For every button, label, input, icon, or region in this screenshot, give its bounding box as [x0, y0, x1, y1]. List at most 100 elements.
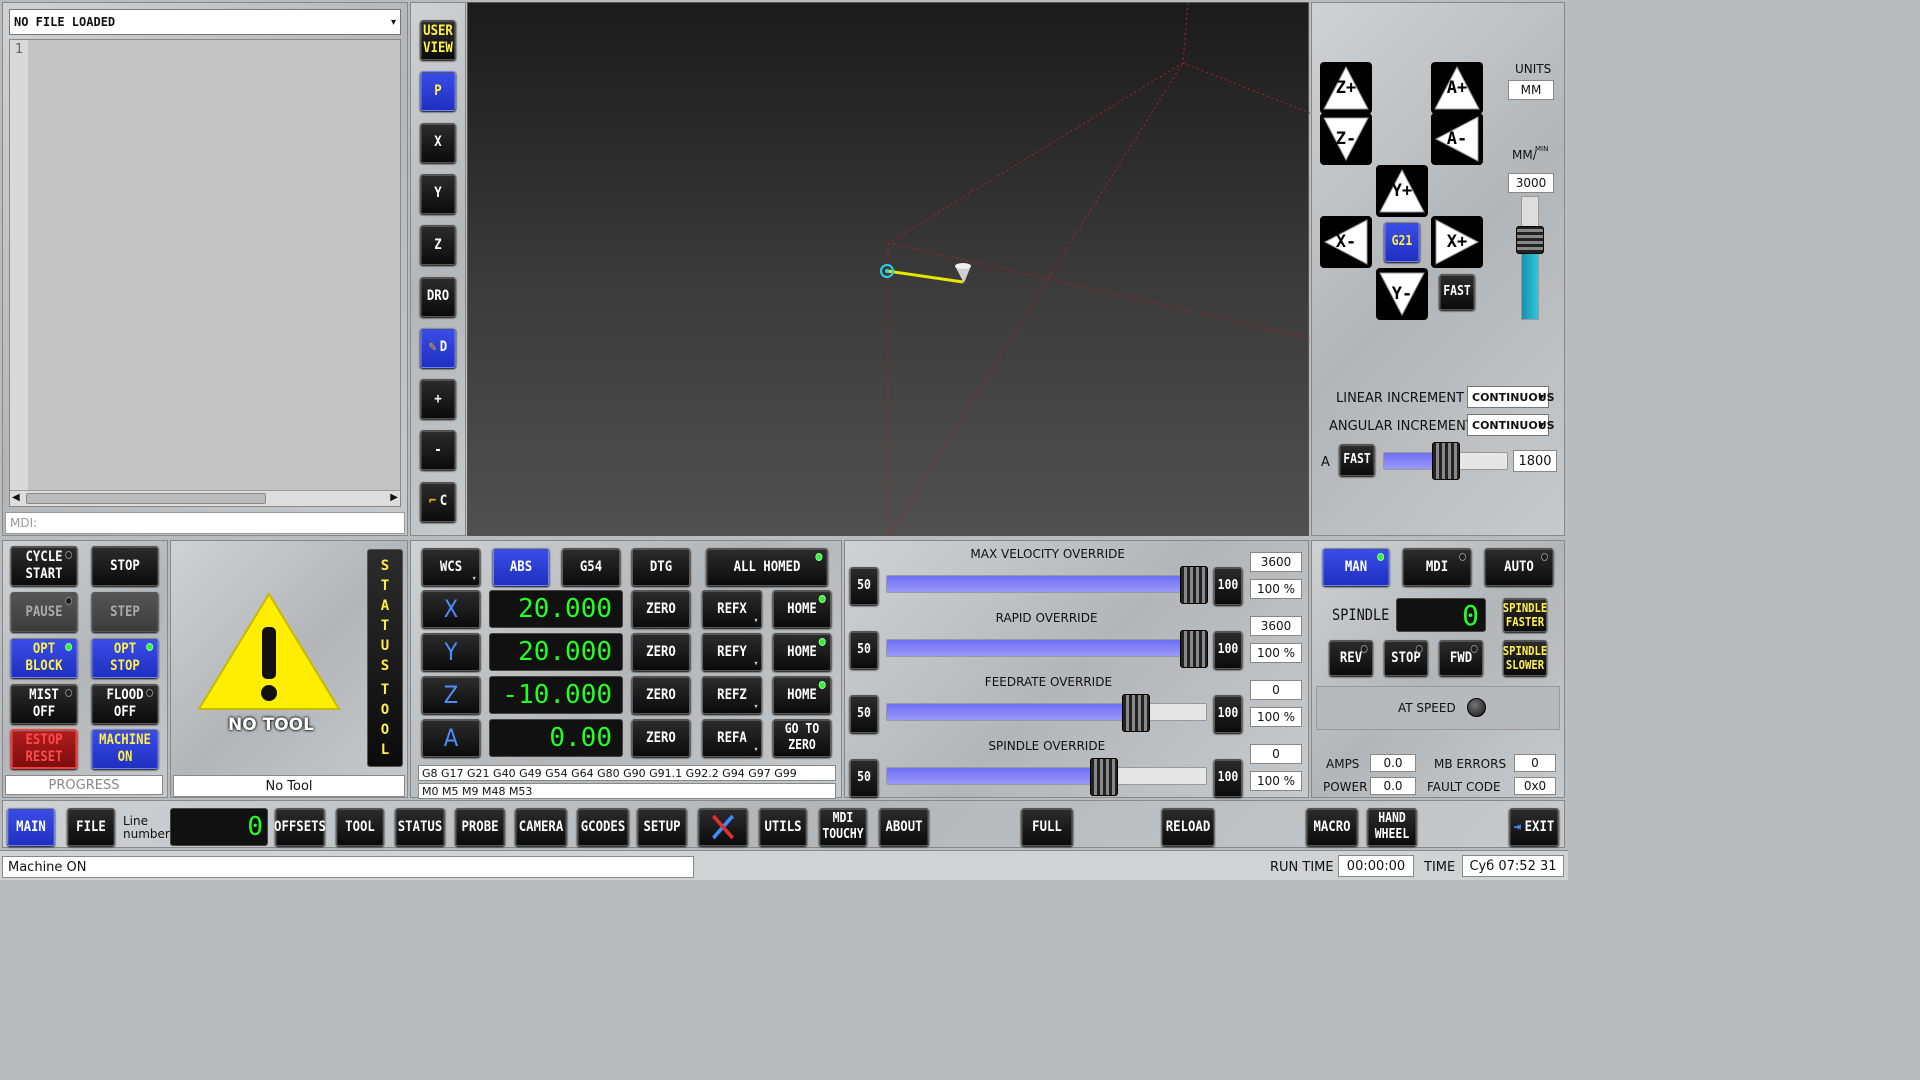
rate-field[interactable]: 3000 — [1508, 173, 1554, 193]
pause-button[interactable]: PAUSE — [10, 592, 78, 632]
tab-status[interactable]: STATUS — [395, 808, 445, 846]
axis-y-button[interactable]: Y — [421, 633, 481, 671]
mode-man-button[interactable]: MAN — [1322, 548, 1390, 586]
view-button-7[interactable]: + — [420, 379, 456, 420]
wcs-button[interactable]: WCS ▾ — [421, 548, 481, 586]
machine-on-button[interactable]: MACHINE ON — [91, 729, 159, 769]
tab-setup[interactable]: SETUP — [637, 808, 687, 846]
file-select[interactable]: NO FILE LOADED ▾ — [9, 9, 401, 35]
feedrate-override-slider[interactable] — [886, 703, 1207, 721]
jog-a-plus[interactable]: A+ — [1431, 62, 1483, 114]
opt-block-button[interactable]: OPT BLOCK — [10, 638, 78, 678]
home-x-button[interactable]: HOME — [772, 590, 832, 628]
estop-reset-button[interactable]: ESTOP RESET — [10, 729, 78, 769]
spindle-stop-button[interactable]: STOP — [1384, 640, 1428, 676]
dtg-button[interactable]: DTG — [631, 548, 691, 586]
view-button-8[interactable]: - — [420, 430, 456, 471]
scrollbar-thumb[interactable] — [26, 493, 266, 504]
max-velocity-override-knob[interactable] — [1180, 566, 1208, 604]
mode-mdi-button[interactable]: MDI — [1402, 548, 1472, 586]
jog-a-minus[interactable]: A- — [1431, 113, 1483, 165]
tab-main[interactable]: MAIN — [7, 808, 55, 846]
units-field[interactable]: MM — [1508, 80, 1554, 100]
view-button-9[interactable]: ⌐ C — [420, 481, 456, 522]
tab-about[interactable]: ABOUT — [879, 808, 929, 846]
gcode-editor[interactable]: 1 ◀ ▶ — [9, 39, 401, 507]
toolpath-3d-view[interactable] — [467, 2, 1310, 537]
jog-g21-button[interactable]: G21 — [1384, 222, 1420, 262]
spindle-slower-button[interactable]: SPINDLE SLOWER — [1503, 640, 1547, 676]
spindle-override-knob[interactable] — [1090, 758, 1119, 796]
stop-button[interactable]: STOP — [91, 546, 159, 586]
status-tool-tab[interactable]: STATUSTOOL — [367, 549, 403, 767]
tab-file[interactable]: FILE — [67, 808, 115, 846]
opt-stop-button[interactable]: OPT STOP — [91, 638, 159, 678]
macro-button[interactable]: MACRO — [1306, 808, 1358, 846]
view-button-6[interactable]: ✎ D — [420, 327, 456, 368]
zero-z-button[interactable]: ZERO — [631, 676, 691, 714]
feedrate-override-max-button[interactable]: 100 — [1213, 695, 1243, 733]
mdi-input[interactable]: MDI: — [5, 512, 405, 534]
scroll-left-icon[interactable]: ◀ — [12, 492, 20, 503]
view-button-1[interactable]: P — [420, 71, 456, 112]
axis-a-button[interactable]: A — [421, 719, 481, 757]
jog-rate-knob[interactable] — [1516, 226, 1544, 255]
spindle-override-slider[interactable] — [886, 767, 1207, 785]
tab-utils[interactable]: UTILS — [759, 808, 807, 846]
zero-y-button[interactable]: ZERO — [631, 633, 691, 671]
jog-rate-slider[interactable] — [1521, 196, 1539, 320]
feedrate-override-min-button[interactable]: 50 — [849, 695, 879, 733]
jog-x-minus[interactable]: X- — [1320, 216, 1372, 268]
reload-button[interactable]: RELOAD — [1161, 808, 1215, 846]
jog-x-plus[interactable]: X+ — [1431, 216, 1483, 268]
abs-button[interactable]: ABS — [492, 548, 550, 586]
rapid-override-min-button[interactable]: 50 — [849, 631, 879, 669]
axis-z-button[interactable]: Z — [421, 676, 481, 714]
tab-tools-icon-button[interactable] — [698, 808, 748, 846]
full-button[interactable]: FULL — [1021, 808, 1073, 846]
hand-wheel-button[interactable]: HAND WHEEL — [1367, 808, 1417, 846]
a-rate-field[interactable]: 1800 — [1513, 450, 1557, 472]
view-button-2[interactable]: X — [420, 122, 456, 163]
rapid-override-max-button[interactable]: 100 — [1213, 631, 1243, 669]
mist-button[interactable]: MIST OFF — [10, 684, 78, 724]
jog-z-plus[interactable]: Z+ — [1320, 62, 1372, 114]
exit-button[interactable]: ⇥ EXIT — [1509, 808, 1559, 846]
spindle-faster-button[interactable]: SPINDLE FASTER — [1503, 598, 1547, 632]
jog-y-minus[interactable]: Y- — [1376, 268, 1428, 320]
view-button-5[interactable]: DRO — [420, 276, 456, 317]
feedrate-override-knob[interactable] — [1122, 694, 1151, 732]
view-button-4[interactable]: Z — [420, 225, 456, 266]
ref-a-button[interactable]: REFA ▾ — [702, 719, 762, 757]
spindle-override-max-button[interactable]: 100 — [1213, 759, 1243, 797]
zero-a-button[interactable]: ZERO — [631, 719, 691, 757]
view-button-3[interactable]: Y — [420, 173, 456, 214]
spindle-rev-button[interactable]: REV — [1329, 640, 1373, 676]
ref-y-button[interactable]: REFY ▾ — [702, 633, 762, 671]
angular-increment-select[interactable]: CONTINUOUS ▾ — [1467, 414, 1555, 436]
horizontal-scrollbar[interactable]: ◀ ▶ — [10, 490, 400, 506]
tab-offsets[interactable]: OFFSETS — [274, 808, 326, 846]
scroll-right-icon[interactable]: ▶ — [390, 492, 398, 503]
max-velocity-override-min-button[interactable]: 50 — [849, 567, 879, 605]
cycle-start-button[interactable]: CYCLE START — [10, 546, 78, 586]
tab-tool[interactable]: TOOL — [336, 808, 384, 846]
home-y-button[interactable]: HOME — [772, 633, 832, 671]
max-velocity-override-slider[interactable] — [886, 575, 1207, 593]
a-fast-button[interactable]: FAST — [1339, 444, 1375, 476]
tab-camera[interactable]: CAMERA — [515, 808, 567, 846]
a-rate-knob[interactable] — [1431, 442, 1460, 480]
max-velocity-override-max-button[interactable]: 100 — [1213, 567, 1243, 605]
rapid-override-knob[interactable] — [1180, 630, 1208, 668]
spindle-fwd-button[interactable]: FWD — [1439, 640, 1483, 676]
step-button[interactable]: STEP — [91, 592, 159, 632]
home-z-button[interactable]: HOME — [772, 676, 832, 714]
view-button-0[interactable]: USER VIEW — [420, 20, 456, 60]
tab-mdi-touchy[interactable]: MDI TOUCHY — [819, 808, 867, 846]
jog-z-minus[interactable]: Z- — [1320, 113, 1372, 165]
flood-button[interactable]: FLOOD OFF — [91, 684, 159, 724]
axis-x-button[interactable]: X — [421, 590, 481, 628]
all-homed-button[interactable]: ALL HOMED — [706, 548, 828, 586]
zero-x-button[interactable]: ZERO — [631, 590, 691, 628]
home-a-button[interactable]: GO TO ZERO — [772, 719, 832, 757]
